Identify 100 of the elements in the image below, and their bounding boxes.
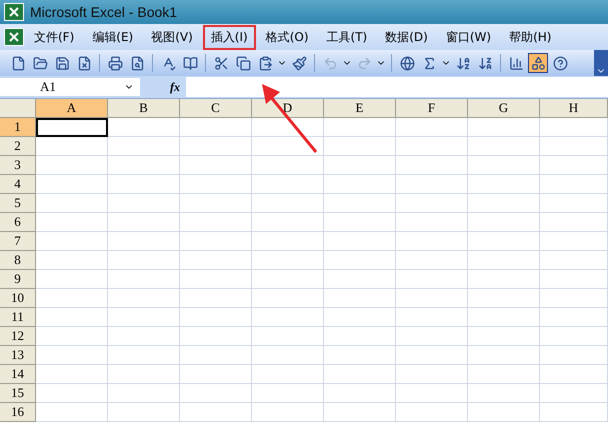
cell[interactable] <box>36 137 108 156</box>
cell[interactable] <box>108 365 180 384</box>
cell[interactable] <box>540 137 608 156</box>
cell[interactable] <box>324 118 396 137</box>
cell[interactable] <box>108 384 180 403</box>
cell[interactable] <box>180 156 252 175</box>
select-all-corner[interactable] <box>0 99 36 118</box>
cell[interactable] <box>36 156 108 175</box>
cell[interactable] <box>396 118 468 137</box>
cell[interactable] <box>252 327 324 346</box>
cell[interactable] <box>324 365 396 384</box>
cell[interactable] <box>252 308 324 327</box>
cell[interactable] <box>468 251 540 270</box>
cell[interactable] <box>396 251 468 270</box>
cell[interactable] <box>36 365 108 384</box>
cell[interactable] <box>396 156 468 175</box>
cell[interactable] <box>108 194 180 213</box>
cell[interactable] <box>540 270 608 289</box>
cell[interactable] <box>468 365 540 384</box>
cell[interactable] <box>252 232 324 251</box>
cell[interactable] <box>468 232 540 251</box>
cell[interactable] <box>252 251 324 270</box>
cell[interactable] <box>324 403 396 422</box>
column-header[interactable]: G <box>468 99 540 118</box>
cell[interactable] <box>324 156 396 175</box>
cell[interactable] <box>108 327 180 346</box>
cell[interactable] <box>468 270 540 289</box>
cell[interactable] <box>324 384 396 403</box>
row-header[interactable]: 14 <box>0 365 36 384</box>
cell[interactable] <box>36 175 108 194</box>
row-header[interactable]: 7 <box>0 232 36 251</box>
cell[interactable] <box>396 289 468 308</box>
cell[interactable] <box>324 327 396 346</box>
cell[interactable] <box>324 251 396 270</box>
cell[interactable] <box>108 403 180 422</box>
cell[interactable] <box>468 156 540 175</box>
cell[interactable] <box>252 346 324 365</box>
cell[interactable] <box>540 327 608 346</box>
cell[interactable] <box>396 384 468 403</box>
cell[interactable] <box>252 118 324 137</box>
cell[interactable] <box>108 175 180 194</box>
row-header[interactable]: 9 <box>0 270 36 289</box>
menu-item[interactable]: 视图(V) <box>143 24 201 50</box>
cell[interactable] <box>180 346 252 365</box>
cell[interactable] <box>180 118 252 137</box>
row-header[interactable]: 11 <box>0 308 36 327</box>
cell[interactable] <box>36 308 108 327</box>
cell[interactable] <box>36 327 108 346</box>
cell[interactable] <box>36 384 108 403</box>
cell[interactable] <box>324 137 396 156</box>
cell[interactable] <box>252 384 324 403</box>
menu-item[interactable]: 帮助(H) <box>501 24 560 50</box>
cell[interactable] <box>468 327 540 346</box>
cell[interactable] <box>468 194 540 213</box>
cell[interactable] <box>36 213 108 232</box>
cell[interactable] <box>180 270 252 289</box>
cell[interactable] <box>468 213 540 232</box>
cell[interactable] <box>180 308 252 327</box>
cell[interactable] <box>396 232 468 251</box>
cell[interactable] <box>324 270 396 289</box>
cell[interactable] <box>108 270 180 289</box>
row-header[interactable]: 13 <box>0 346 36 365</box>
excel-document-icon[interactable] <box>4 28 24 46</box>
column-header[interactable]: A <box>36 99 108 118</box>
cell[interactable] <box>396 365 468 384</box>
column-header[interactable]: H <box>540 99 608 118</box>
cell[interactable] <box>108 213 180 232</box>
cell[interactable] <box>396 403 468 422</box>
menu-item[interactable]: 数据(D) <box>377 24 436 50</box>
cell[interactable] <box>252 194 324 213</box>
cell[interactable] <box>540 118 608 137</box>
cell[interactable] <box>36 270 108 289</box>
cell[interactable] <box>180 194 252 213</box>
cell[interactable] <box>468 384 540 403</box>
cell[interactable] <box>540 346 608 365</box>
cell[interactable] <box>540 365 608 384</box>
cell[interactable] <box>36 251 108 270</box>
cell[interactable] <box>540 403 608 422</box>
row-header[interactable]: 1 <box>0 118 36 137</box>
cell[interactable] <box>324 289 396 308</box>
cell[interactable] <box>540 232 608 251</box>
cell[interactable] <box>108 156 180 175</box>
active-cell[interactable] <box>36 118 108 137</box>
name-box[interactable]: A1 <box>0 78 140 96</box>
cell[interactable] <box>396 308 468 327</box>
row-header[interactable]: 16 <box>0 403 36 422</box>
cell[interactable] <box>540 175 608 194</box>
cell[interactable] <box>252 365 324 384</box>
toolbar-button[interactable] <box>528 53 548 73</box>
cell[interactable] <box>108 118 180 137</box>
cell[interactable] <box>540 289 608 308</box>
cell[interactable] <box>540 251 608 270</box>
row-header[interactable]: 5 <box>0 194 36 213</box>
column-header[interactable]: E <box>324 99 396 118</box>
cell[interactable] <box>396 346 468 365</box>
cell[interactable] <box>324 346 396 365</box>
cell[interactable] <box>324 308 396 327</box>
cell[interactable] <box>180 289 252 308</box>
cell[interactable] <box>180 384 252 403</box>
cell[interactable] <box>468 137 540 156</box>
